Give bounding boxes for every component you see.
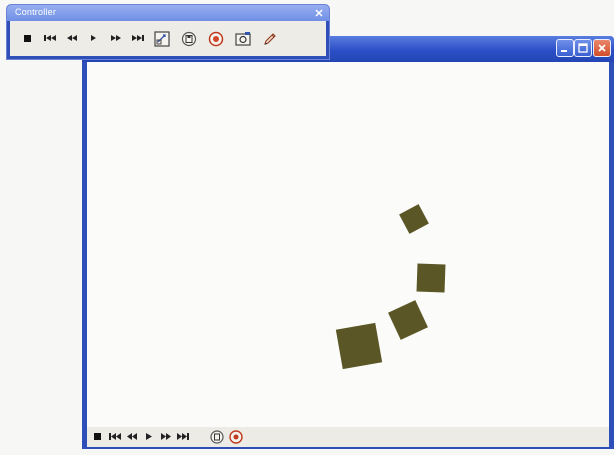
viewer-window [82, 36, 614, 449]
go-to-end-icon [177, 433, 189, 441]
playback-bar [87, 427, 609, 447]
close-icon [597, 43, 607, 53]
close-icon [314, 4, 323, 22]
go-to-start-icon [43, 35, 56, 42]
maximize-icon [578, 43, 588, 53]
controller-titlebar[interactable]: Controller [7, 5, 329, 21]
go-to-start-button[interactable] [108, 429, 122, 445]
fast-forward-icon [110, 35, 121, 42]
stop-button[interactable] [19, 28, 36, 50]
square-shape[interactable] [388, 300, 428, 340]
save-button[interactable] [209, 429, 225, 445]
go-to-start-button[interactable] [41, 28, 58, 50]
render-canvas[interactable] [87, 62, 609, 427]
record-button[interactable] [205, 28, 227, 50]
go-to-end-button[interactable] [176, 429, 190, 445]
edit-button[interactable] [259, 28, 281, 50]
save-icon [181, 31, 197, 47]
stop-icon [23, 34, 32, 43]
settings-icon [154, 30, 170, 47]
camera-button[interactable] [232, 28, 254, 50]
scene [335, 204, 446, 370]
minimize-button[interactable] [556, 39, 574, 57]
close-button[interactable] [593, 39, 611, 57]
play-icon [90, 35, 97, 42]
fast-forward-button[interactable] [159, 429, 173, 445]
controller-buttons [10, 21, 326, 56]
rewind-icon [66, 35, 77, 42]
rewind-icon [127, 433, 137, 441]
save-icon [210, 430, 224, 444]
record-button[interactable] [228, 429, 244, 445]
save-button[interactable] [178, 28, 200, 50]
fast-forward-icon [161, 433, 171, 441]
controller-close-button[interactable] [313, 7, 324, 18]
minimize-icon [560, 43, 570, 53]
fast-forward-button[interactable] [107, 28, 124, 50]
play-icon [145, 433, 153, 441]
stop-icon [94, 433, 102, 441]
record-icon [208, 31, 224, 47]
rewind-button[interactable] [63, 28, 80, 50]
rewind-button[interactable] [125, 429, 139, 445]
square-shape[interactable] [399, 204, 429, 234]
camera-icon [235, 31, 251, 47]
go-to-end-button[interactable] [129, 28, 146, 50]
controller-toolbar: Controller [7, 5, 329, 59]
go-to-end-icon [131, 35, 144, 42]
record-icon [229, 430, 243, 444]
settings-button[interactable] [151, 28, 173, 50]
square-shape[interactable] [416, 263, 446, 293]
play-button[interactable] [85, 28, 102, 50]
controller-title: Controller [15, 7, 57, 17]
stop-button[interactable] [91, 429, 105, 445]
go-to-start-icon [109, 433, 121, 441]
edit-icon [262, 31, 278, 47]
maximize-button[interactable] [574, 39, 592, 57]
square-shape[interactable] [335, 322, 383, 370]
play-button[interactable] [142, 429, 156, 445]
